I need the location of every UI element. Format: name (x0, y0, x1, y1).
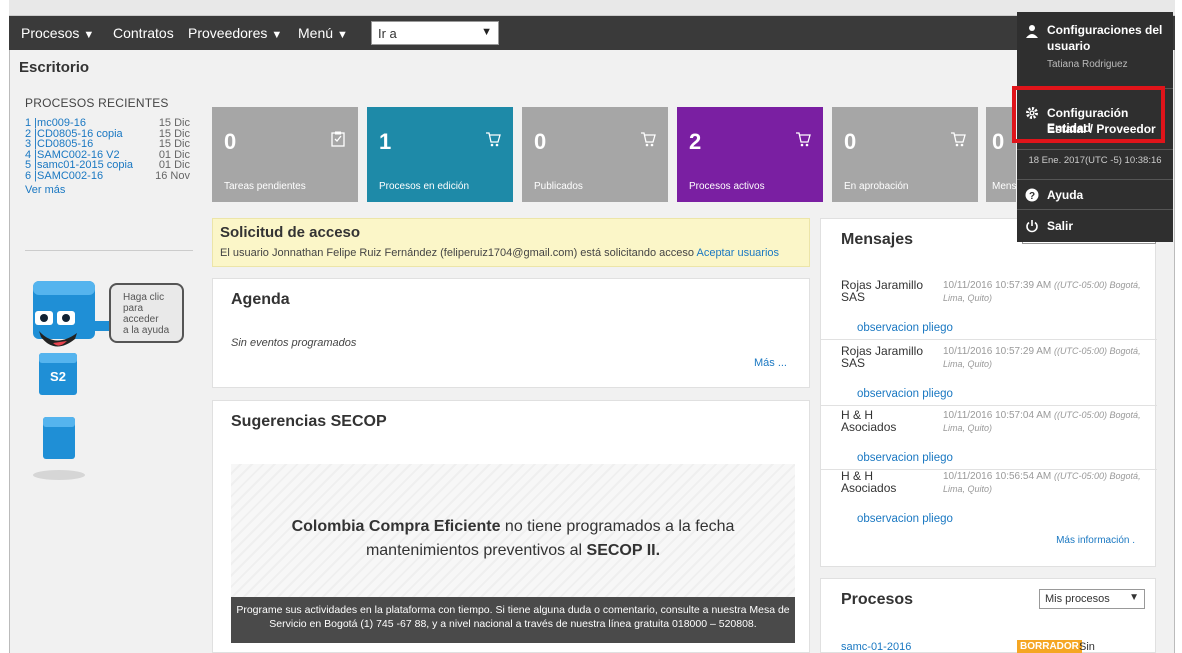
agenda-card: Agenda Sin eventos programados Más ... (212, 278, 810, 388)
access-request-notice: Solicitud de acceso El usuario Jonnathan… (212, 218, 810, 267)
browser-top-strip (9, 0, 1175, 16)
accept-users-link[interactable]: Aceptar usuarios (696, 247, 779, 259)
message-subject-link[interactable]: observacion pliego (857, 322, 953, 334)
agenda-title: Agenda (231, 291, 290, 308)
nav-contratos[interactable]: Contratos (113, 25, 174, 41)
svg-text:?: ? (1029, 191, 1035, 202)
maintenance-footer: Programe sus actividades en la plataform… (231, 597, 795, 643)
access-title: Solicitud de acceso (220, 224, 361, 241)
user-icon (1026, 25, 1038, 38)
menu-item-user-settings[interactable]: Configuraciones del usuario Tatiana Rodr… (1017, 12, 1173, 86)
cart-icon (796, 132, 811, 147)
nav-menu[interactable]: Menú ▼ (298, 25, 348, 41)
recent-processes: PROCESOS RECIENTES 1 |mc009-16 15 Dic 2 |… (25, 96, 190, 196)
goto-select[interactable]: Ir a ▼ (371, 21, 499, 45)
sugerencias-card: Sugerencias SECOP Colombia Compra Eficie… (212, 400, 810, 653)
nav-procesos[interactable]: Procesos ▼ (21, 25, 94, 41)
nav-proveedores[interactable]: Proveedores ▼ (188, 25, 282, 41)
tile-tareas-pendientes[interactable]: 0 Tareas pendientes (212, 107, 358, 202)
main-navbar: Procesos ▼ Contratos Proveedores ▼ Menú ▼ I… (9, 16, 1175, 50)
help-icon: ? (1025, 188, 1039, 202)
divider (25, 250, 193, 251)
agenda-more-link[interactable]: Más ... (754, 357, 787, 369)
help-mascot[interactable]: Haga clic para acceder a la ayuda S2 (25, 275, 195, 495)
power-icon (1026, 220, 1038, 233)
chevron-down-icon: ▼ (481, 26, 492, 38)
cart-icon (486, 132, 501, 147)
chevron-down-icon: ▼ (1129, 592, 1139, 603)
recent-more-link[interactable]: Ver más (25, 184, 190, 196)
cart-icon (641, 132, 656, 147)
mascot-badge: S2 (50, 369, 66, 384)
user-name: Tatiana Rodriguez (1047, 59, 1128, 70)
message-subject-link[interactable]: observacion pliego (857, 452, 953, 464)
status-badge: BORRADOR (1017, 640, 1082, 653)
sugerencias-title: Sugerencias SECOP (231, 413, 387, 430)
highlight-box (1012, 86, 1165, 143)
messages-card: Mensajes Rojas Jaramillo SAS 10/11/2016 … (820, 218, 1157, 567)
messages-more-link[interactable]: Más información . (1056, 535, 1135, 546)
title-bar: Escritorio (9, 50, 1175, 82)
help-bubble[interactable]: Haga clic para acceder a la ayuda (109, 283, 184, 343)
tile-publicados[interactable]: 0 Publicados (522, 107, 668, 202)
access-message: El usuario Jonnathan Felipe Ruiz Fernánd… (220, 247, 695, 259)
message-subject-link[interactable]: observacion pliego (857, 388, 953, 400)
tile-procesos-activos[interactable]: 2 Procesos activos (677, 107, 823, 202)
clipboard-check-icon (331, 131, 345, 147)
list-item[interactable]: 5 |samc01-2015 copia 01 Dic (25, 160, 190, 171)
list-item[interactable]: 1 |mc009-16 15 Dic (25, 118, 190, 129)
message-subject-link[interactable]: observacion pliego (857, 513, 953, 525)
recent-heading: PROCESOS RECIENTES (25, 96, 169, 110)
agenda-empty: Sin eventos programados (231, 337, 357, 349)
server-datetime: 18 Ene. 2017(UTC -5) 10:38:16 (1028, 155, 1162, 166)
procesos-card: Procesos Mis procesos ▼ samc-01-2016 BORR… (820, 578, 1156, 653)
page-title: Escritorio (19, 59, 90, 76)
menu-item-help[interactable]: ? Ayuda (1017, 182, 1173, 208)
procesos-filter-select[interactable]: Mis procesos ▼ (1039, 589, 1145, 609)
tile-en-aprobacion[interactable]: 0 En aprobación (832, 107, 978, 202)
list-item[interactable]: 3 |CD0805-16 15 Dic (25, 139, 190, 150)
menu-item-logout[interactable]: Salir (1017, 213, 1173, 239)
tile-procesos-edicion[interactable]: 1 Procesos en edición (367, 107, 513, 202)
cart-icon (951, 132, 966, 147)
list-item[interactable]: 6 |SAMC002-16 16 Nov (25, 170, 190, 182)
